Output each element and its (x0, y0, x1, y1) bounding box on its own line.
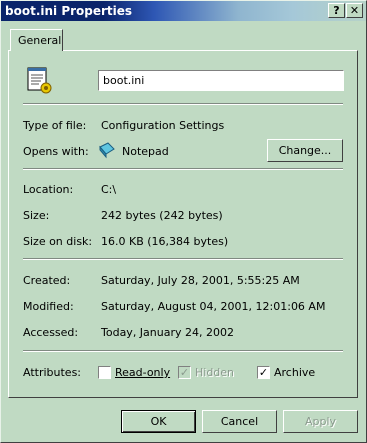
apply-label: Apply (304, 415, 337, 428)
accessed-value: Today, January 24, 2002 (101, 326, 234, 339)
help-button[interactable]: ? (328, 3, 345, 18)
separator (23, 258, 343, 260)
location-label: Location: (23, 183, 74, 196)
attributes-label: Attributes: (23, 366, 82, 379)
accessed-label: Accessed: (23, 326, 79, 339)
location-value: C:\ (101, 183, 117, 196)
file-icon (25, 65, 53, 95)
separator (23, 103, 343, 105)
hidden-checkbox: ✓ (178, 366, 191, 379)
size-on-disk-label: Size on disk: (23, 235, 93, 248)
window-title: boot.ini Properties (5, 4, 133, 18)
archive-label[interactable]: Archive (274, 366, 315, 379)
size-label: Size: (23, 209, 50, 222)
archive-checkbox[interactable]: ✓ (257, 366, 270, 379)
tab-general[interactable]: General (10, 29, 63, 51)
ok-button[interactable]: OK (121, 410, 196, 433)
created-label: Created: (23, 274, 71, 287)
notepad-icon (98, 141, 116, 159)
type-label: Type of file: (23, 119, 87, 132)
created-value: Saturday, July 28, 2001, 5:55:25 AM (101, 274, 300, 287)
separator (23, 350, 343, 352)
readonly-label[interactable]: Read-only (115, 366, 170, 379)
type-value: Configuration Settings (101, 119, 225, 132)
properties-dialog: boot.ini Properties ? ✕ General boot.ini… (0, 0, 367, 443)
close-icon: ✕ (349, 4, 360, 17)
title-bar[interactable]: boot.ini Properties ? ✕ (1, 1, 366, 21)
modified-label: Modified: (23, 300, 74, 313)
cancel-button[interactable]: Cancel (202, 410, 277, 433)
readonly-checkbox[interactable] (98, 366, 111, 379)
opens-with-value: Notepad (122, 145, 169, 158)
filename-field[interactable]: boot.ini (98, 70, 344, 91)
apply-button: Apply (283, 410, 358, 433)
size-value: 242 bytes (242 bytes) (101, 209, 223, 222)
change-button[interactable]: Change... (267, 139, 343, 162)
size-on-disk-value: 16.0 KB (16,384 bytes) (101, 235, 229, 248)
hidden-label: Hidden (195, 366, 235, 379)
modified-value: Saturday, August 04, 2001, 12:01:06 AM (101, 300, 326, 313)
close-button[interactable]: ✕ (346, 3, 363, 18)
opens-with-label: Opens with: (23, 145, 89, 158)
separator (23, 168, 343, 170)
